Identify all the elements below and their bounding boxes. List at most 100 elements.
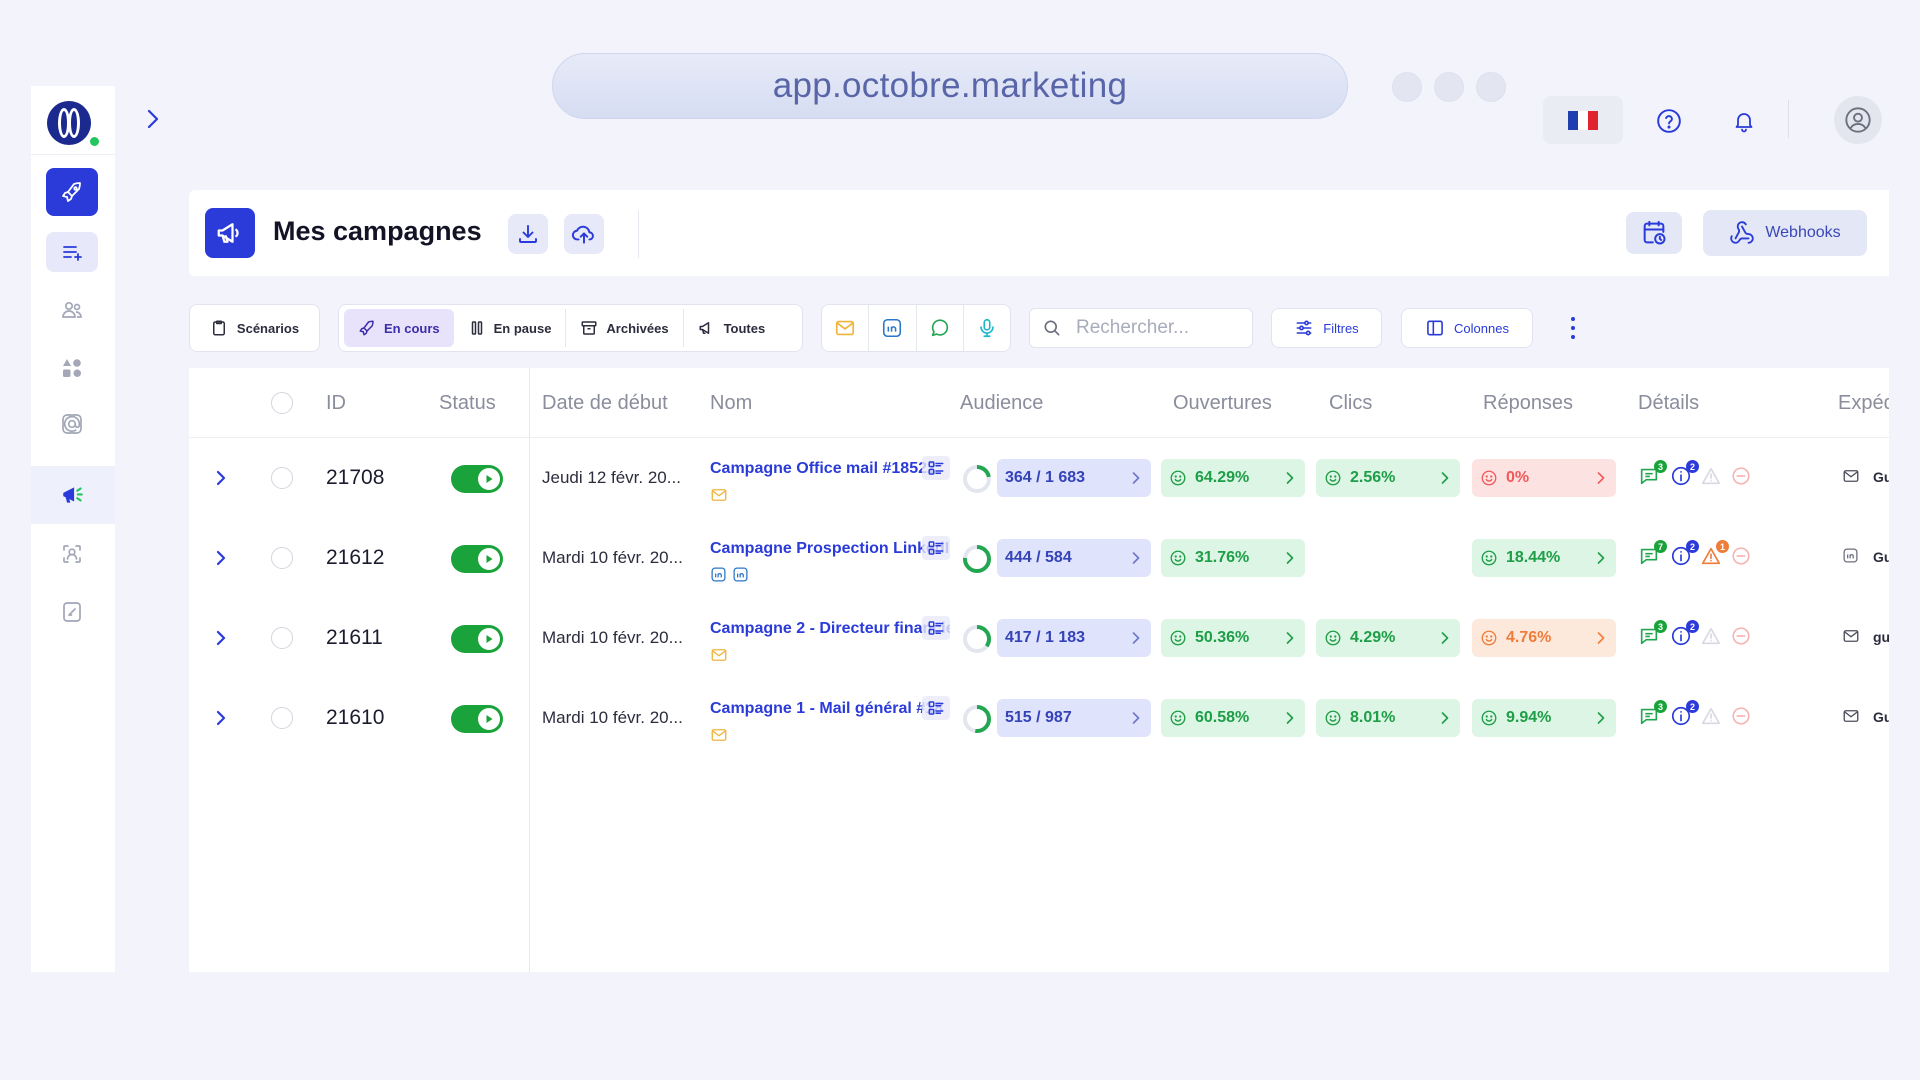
tab-toutes[interactable]: Toutes (684, 309, 780, 347)
column-header-sender[interactable]: Expéd (1838, 392, 1889, 415)
octobre-logo[interactable] (45, 98, 101, 150)
select-all-checkbox[interactable] (271, 392, 293, 414)
blocked-icon[interactable] (1730, 545, 1754, 569)
more-options-icon[interactable] (1563, 315, 1583, 341)
user-avatar[interactable] (1834, 96, 1882, 144)
blocked-icon[interactable] (1730, 705, 1754, 729)
replies-pill[interactable]: 9.94% (1472, 699, 1616, 737)
sidebar-item-launch[interactable] (46, 168, 98, 216)
language-selector[interactable] (1543, 96, 1623, 144)
audience-pill[interactable]: 364 / 1 683 (997, 459, 1151, 497)
blocked-icon[interactable] (1730, 625, 1754, 649)
campaign-name-link[interactable]: Campagne 1 - Mail général #18 (710, 700, 950, 724)
window-dot[interactable] (1434, 72, 1464, 102)
table-row[interactable]: 21708 Jeudi 12 févr. 20... Campagne Office… (189, 438, 1889, 518)
clicks-pill[interactable]: 8.01% (1316, 699, 1460, 737)
status-toggle[interactable] (451, 625, 503, 653)
table-row[interactable]: 21611 Mardi 10 févr. 20... Campagne 2 - Di… (189, 598, 1889, 678)
column-header-name[interactable]: Nom (710, 392, 752, 415)
column-header-start-date[interactable]: Date de début (542, 392, 668, 415)
column-header-id[interactable]: ID (326, 392, 346, 415)
sidebar-item-mailboxes[interactable] (46, 400, 98, 448)
window-dot[interactable] (1476, 72, 1506, 102)
sequence-steps-icon[interactable] (922, 696, 950, 720)
expand-sidebar-chevron-icon[interactable] (142, 106, 164, 132)
replies-pill[interactable]: 0% (1472, 459, 1616, 497)
sequence-steps-icon[interactable] (922, 536, 950, 560)
column-header-clicks[interactable]: Clics (1329, 392, 1372, 415)
column-header-audience[interactable]: Audience (960, 392, 1043, 415)
reply-icon[interactable]: 3 (1638, 700, 1667, 729)
status-toggle[interactable] (451, 705, 503, 733)
opens-pill[interactable]: 31.76% (1161, 539, 1305, 577)
channel-filter-chat[interactable] (917, 305, 964, 351)
audience-pill[interactable]: 444 / 584 (997, 539, 1151, 577)
channel-filter-mail[interactable] (822, 305, 870, 351)
sidebar-item-users[interactable] (46, 286, 98, 334)
upload-button[interactable] (564, 214, 604, 254)
campaign-name-link[interactable]: Campagne Prospection LinkedIn (710, 540, 950, 564)
channel-filter-voice[interactable] (964, 305, 1010, 351)
info-icon[interactable]: 2 (1670, 540, 1699, 569)
tab-en-cours[interactable]: En cours (344, 309, 454, 347)
sidebar-item-editor[interactable] (46, 588, 98, 636)
sequence-steps-icon[interactable] (922, 616, 950, 640)
sidebar-item-segments[interactable] (46, 344, 98, 392)
clicks-pill[interactable]: 2.56% (1316, 459, 1460, 497)
sidebar-item-campaigns[interactable] (31, 466, 115, 524)
row-checkbox[interactable] (271, 627, 293, 649)
info-icon[interactable]: 2 (1670, 700, 1699, 729)
expand-row-chevron-icon[interactable] (213, 466, 229, 490)
tab-en-pause[interactable]: En pause (454, 309, 567, 347)
audience-pill[interactable]: 417 / 1 183 (997, 619, 1151, 657)
audience-pill[interactable]: 515 / 987 (997, 699, 1151, 737)
bell-icon[interactable] (1729, 106, 1759, 136)
replies-pill[interactable]: 18.44% (1472, 539, 1616, 577)
warning-icon[interactable] (1700, 465, 1724, 489)
reply-icon[interactable]: 7 (1638, 540, 1667, 569)
info-icon[interactable]: 2 (1670, 620, 1699, 649)
webhooks-button[interactable]: Webhooks (1703, 210, 1867, 256)
opens-pill[interactable]: 60.58% (1161, 699, 1305, 737)
status-toggle[interactable] (451, 545, 503, 573)
status-toggle[interactable] (451, 465, 503, 493)
table-row[interactable]: 21610 Mardi 10 févr. 20... Campagne 1 - Ma… (189, 678, 1889, 758)
warning-icon[interactable]: 1 (1700, 540, 1729, 569)
column-header-status[interactable]: Status (439, 392, 496, 415)
column-header-opens[interactable]: Ouvertures (1173, 392, 1272, 415)
clicks-pill[interactable]: 4.29% (1316, 619, 1460, 657)
replies-pill[interactable]: 4.76% (1472, 619, 1616, 657)
blocked-icon[interactable] (1730, 465, 1754, 489)
info-icon[interactable]: 2 (1670, 460, 1699, 489)
search-input[interactable] (1076, 317, 1236, 339)
scenarios-button[interactable]: Scénarios (189, 304, 320, 352)
expand-row-chevron-icon[interactable] (213, 706, 229, 730)
address-bar[interactable]: app.octobre.marketing (552, 53, 1348, 119)
opens-pill[interactable]: 64.29% (1161, 459, 1305, 497)
campaign-name-link[interactable]: Campagne Office mail #18522 (710, 460, 950, 484)
column-header-replies[interactable]: Réponses (1483, 392, 1573, 415)
row-checkbox[interactable] (271, 467, 293, 489)
row-checkbox[interactable] (271, 707, 293, 729)
warning-icon[interactable] (1700, 705, 1724, 729)
channel-filter-linkedin[interactable] (869, 305, 917, 351)
table-row[interactable]: 21612 Mardi 10 févr. 20... Campagne Prospe… (189, 518, 1889, 598)
expand-row-chevron-icon[interactable] (213, 626, 229, 650)
expand-row-chevron-icon[interactable] (213, 546, 229, 570)
warning-icon[interactable] (1700, 625, 1724, 649)
tab-archivees[interactable]: Archivées (566, 309, 684, 347)
search-box[interactable] (1029, 308, 1253, 348)
row-checkbox[interactable] (271, 547, 293, 569)
filters-button[interactable]: Filtres (1271, 308, 1382, 348)
opens-pill[interactable]: 50.36% (1161, 619, 1305, 657)
schedule-button[interactable] (1626, 212, 1682, 254)
sequence-steps-icon[interactable] (922, 456, 950, 480)
campaign-name-link[interactable]: Campagne 2 - Directeur financier (710, 620, 950, 644)
reply-icon[interactable]: 3 (1638, 620, 1667, 649)
columns-button[interactable]: Colonnes (1401, 308, 1533, 348)
reply-icon[interactable]: 3 (1638, 460, 1667, 489)
window-dot[interactable] (1392, 72, 1422, 102)
sidebar-item-add-list[interactable] (46, 232, 98, 272)
column-header-details[interactable]: Détails (1638, 392, 1699, 415)
download-button[interactable] (508, 214, 548, 254)
